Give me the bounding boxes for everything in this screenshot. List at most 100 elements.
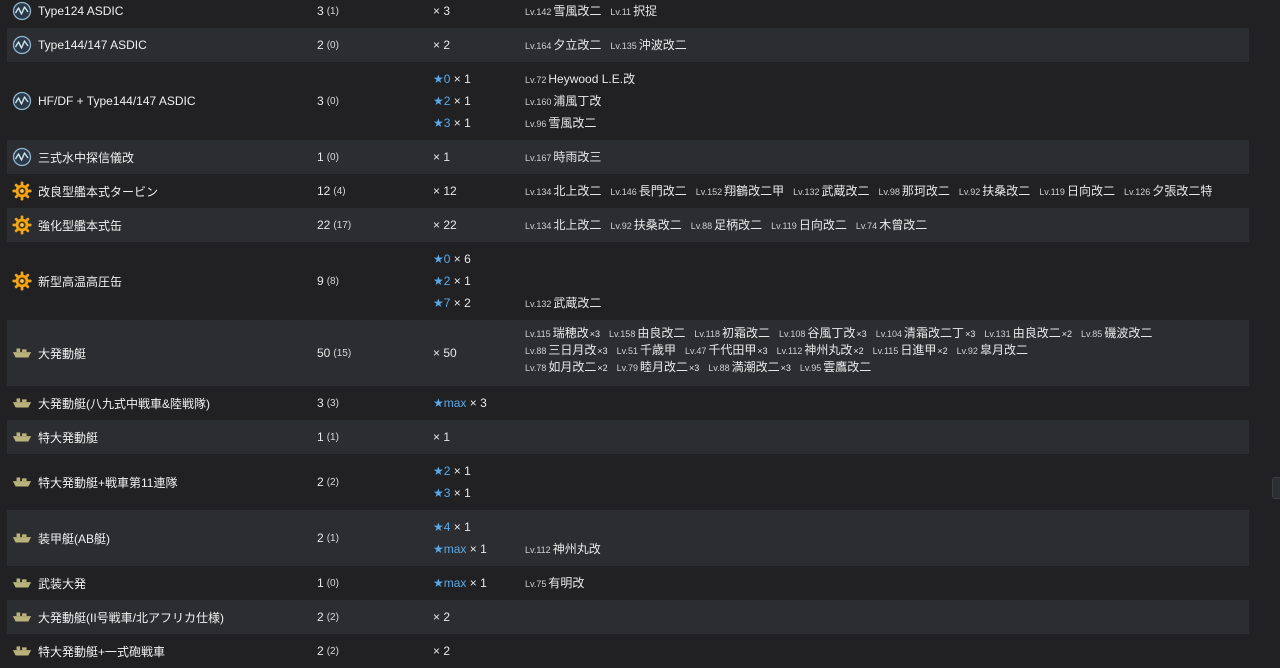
equipment-name: 装甲艇(AB艇) <box>38 531 111 546</box>
ship-name: 如月改二 <box>548 360 597 374</box>
ship-name: 有明改 <box>548 576 585 590</box>
improvement-column: ★0 × 1 ★2 × 1 ★3 × 1 <box>433 68 513 134</box>
table-row[interactable]: 強化型艦本式缶 22 (17) × 22 Lv.134 北上改二 Lv.92 扶桑改二 Lv.8… <box>7 208 1249 242</box>
improvement-level: ★0 <box>433 72 454 86</box>
improvement-entry: ★max × 1 <box>433 572 513 594</box>
ship-entry[interactable]: Lv.115 瑞穂改×3 <box>525 326 600 340</box>
ship-level: Lv.85 <box>1080 329 1103 339</box>
ship-entry[interactable]: Lv.88 足柄改二 <box>691 218 762 232</box>
ship-entry[interactable]: Lv.98 那珂改二 <box>879 184 950 198</box>
table-row[interactable]: 特大発動艇+戦車第11連隊 2 (2) ★2 × 1 ★3 × 1 <box>7 454 1249 510</box>
ship-entry[interactable]: Lv.132 武蔵改二 <box>525 296 601 310</box>
ship-entry[interactable]: Lv.92 扶桑改二 <box>959 184 1030 198</box>
improvement-column: × 2 <box>433 640 513 662</box>
ship-level: Lv.146 <box>610 187 637 197</box>
ship-entry[interactable]: Lv.146 長門改二 <box>610 184 686 198</box>
ship-level: Lv.72 <box>525 75 547 85</box>
equipped-ships-column: Lv.72 Heywood L.E.改 Lv.160 浦風丁改 Lv.96 雪風改二 <box>525 68 1245 134</box>
ship-entry[interactable]: Lv.92 皐月改二 <box>957 343 1028 357</box>
ship-level: Lv.134 <box>525 221 552 231</box>
ship-entry[interactable]: Lv.95 雲鷹改二 <box>800 360 871 374</box>
ship-entry[interactable]: Lv.119 日向改二 <box>771 218 847 232</box>
ship-entry[interactable]: Lv.96 雪風改二 <box>525 116 596 130</box>
table-row[interactable]: 大発動艇 50 (15) × 50 Lv.115 瑞穂改×3 Lv.158 由良改二 Lv.11… <box>7 320 1249 386</box>
ship-entry[interactable]: Lv.167 時雨改三 <box>525 150 601 164</box>
ship-name: 武蔵改二 <box>821 184 870 198</box>
ship-entry[interactable]: Lv.160 浦風丁改 <box>525 94 601 108</box>
ship-name: 武蔵改二 <box>553 296 602 310</box>
ship-name: 長門改二 <box>638 184 687 198</box>
ship-name: 日進甲 <box>900 343 937 357</box>
ship-name: 神州丸改 <box>804 343 853 357</box>
improvement-column: ★0 × 6 ★2 × 1 ★7 × 2 <box>433 248 513 314</box>
ship-entry[interactable]: Lv.158 由良改二 <box>609 326 685 340</box>
ship-name: 翔鶴改二甲 <box>724 184 785 198</box>
ship-entry[interactable]: Lv.152 翔鶴改二甲 <box>696 184 784 198</box>
equipment-count: 1 (0) <box>317 566 339 600</box>
ship-entry[interactable]: Lv.47 千代田甲×3 <box>685 343 768 357</box>
improvement-count: × 12 <box>433 184 457 198</box>
ship-entry[interactable]: Lv.74 木曾改二 <box>856 218 927 232</box>
equipped-ships-column: Lv.75 有明改 <box>525 572 1245 594</box>
ship-level: Lv.152 <box>695 187 723 197</box>
ship-level: Lv.47 <box>685 346 707 356</box>
ship-equip-multiplier: ×3 <box>597 346 608 356</box>
ship-entry[interactable]: Lv.126 夕張改二特 <box>1124 184 1212 198</box>
ship-entry[interactable]: Lv.132 武蔵改二 <box>793 184 869 198</box>
ship-entry[interactable]: Lv.75 有明改 <box>525 576 584 590</box>
ship-entry[interactable]: Lv.142 雪風改二 <box>525 4 601 18</box>
table-row[interactable]: 大発動艇(八九式中戦車&陸戦隊) 3 (3) ★max × 3 <box>7 386 1249 420</box>
ship-entry[interactable]: Lv.85 磯波改二 <box>1081 326 1152 340</box>
ship-name: 満潮改二 <box>731 360 780 374</box>
table-row[interactable]: Type144/147 ASDIC 2 (0) × 2 Lv.164 夕立改二 Lv.135… <box>7 28 1249 62</box>
ship-entry[interactable]: Lv.92 扶桑改二 <box>610 218 681 232</box>
scrollbar-handle[interactable] <box>1272 477 1280 499</box>
table-row[interactable]: Type124 ASDIC 3 (1) × 3 Lv.142 雪風改二 Lv.11 択捉 <box>7 0 1249 28</box>
landing-craft-icon <box>12 528 32 548</box>
ship-entry[interactable]: Lv.79 睦月改二×3 <box>617 360 700 374</box>
improvement-count: × 1 <box>469 542 487 556</box>
count-total: 2 <box>317 610 324 624</box>
ship-entry[interactable]: Lv.72 Heywood L.E.改 <box>525 72 635 86</box>
equipment-name: 三式水中探信儀改 <box>38 150 135 165</box>
improvement-entry: × 2 <box>433 34 513 56</box>
ship-entry[interactable]: Lv.119 日向改二 <box>1039 184 1115 198</box>
table-row[interactable]: 改良型艦本式タービン 12 (4) × 12 Lv.134 北上改二 Lv.146 長門改二 L… <box>7 174 1249 208</box>
ship-entry[interactable]: Lv.112 神州丸改 <box>525 542 601 556</box>
improvement-count: × 3 <box>433 4 451 18</box>
ship-level: Lv.158 <box>608 329 636 339</box>
ship-entry[interactable]: Lv.51 千歳甲 <box>617 343 676 357</box>
ship-entry[interactable]: Lv.11 択捉 <box>610 4 657 18</box>
ship-entry[interactable]: Lv.134 北上改二 <box>525 218 601 232</box>
table-row[interactable]: 三式水中探信儀改 1 (0) × 1 Lv.167 時雨改三 <box>7 140 1249 174</box>
equipment-name-cell: 大発動艇 <box>12 320 86 386</box>
table-row[interactable]: 特大発動艇 1 (1) × 1 <box>7 420 1249 454</box>
ship-level: Lv.119 <box>771 221 797 231</box>
ship-entry[interactable]: Lv.131 由良改二×2 <box>984 326 1072 340</box>
improvement-entry: ★2 × 1 <box>433 270 513 292</box>
count-total: 22 <box>317 218 331 232</box>
ship-entry[interactable]: Lv.78 如月改二×2 <box>525 360 608 374</box>
ship-entry[interactable]: Lv.135 沖波改二 <box>610 38 686 52</box>
table-row[interactable]: 武装大発 1 (0) ★max × 1 Lv.75 有明改 <box>7 566 1249 600</box>
ship-entry[interactable]: Lv.112 神州丸改×2 <box>777 343 864 357</box>
ship-entry[interactable]: Lv.104 清霜改二丁×3 <box>876 326 976 340</box>
table-row[interactable]: HF/DF + Type144/147 ASDIC 3 (0) ★0 × 1 ★2 × … <box>7 62 1249 140</box>
table-row[interactable]: 新型高温高圧缶 9 (8) ★0 × 6 ★2 × 1 ★7 × 2 Lv.132 武蔵改二 <box>7 242 1249 320</box>
table-row[interactable]: 特大発動艇+一式砲戦車 2 (2) × 2 <box>7 634 1249 668</box>
equipment-name: Type144/147 ASDIC <box>38 38 147 52</box>
table-row[interactable]: 大発動艇(II号戦車/北アフリカ仕様) 2 (2) × 2 <box>7 600 1249 634</box>
table-row[interactable]: 装甲艇(AB艇) 2 (1) ★4 × 1 ★max × 1 Lv.112 神州丸改 <box>7 510 1249 566</box>
ship-entry[interactable]: Lv.88 三日月改×3 <box>525 343 608 357</box>
ship-entry[interactable]: Lv.118 初霜改二 <box>694 326 770 340</box>
ship-entry[interactable]: Lv.164 夕立改二 <box>525 38 601 52</box>
count-unequipped: (1) <box>326 5 339 17</box>
ship-entry[interactable]: Lv.115 日進甲×2 <box>873 343 948 357</box>
ship-entry[interactable]: Lv.88 満潮改二×3 <box>708 360 791 374</box>
improvement-column: × 12 <box>433 180 513 202</box>
count-unequipped: (15) <box>333 347 352 359</box>
ship-entry[interactable]: Lv.134 北上改二 <box>525 184 601 198</box>
equipment-name-cell: 特大発動艇+一式砲戦車 <box>12 634 165 668</box>
ship-entry[interactable]: Lv.108 谷風丁改×3 <box>779 326 867 340</box>
sonar-icon <box>12 1 32 21</box>
